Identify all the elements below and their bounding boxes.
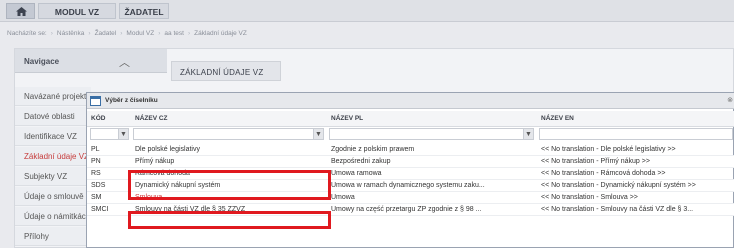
highlight-box bbox=[128, 211, 331, 229]
dialog-title-bar[interactable]: Výběr z číselníku ⊗ bbox=[87, 93, 734, 109]
cell-nazev-cz: Dle polské legislativy bbox=[135, 146, 200, 153]
cell-kod: RS bbox=[91, 170, 101, 177]
column-header-nazev-pl[interactable]: NÁZEV PL bbox=[327, 111, 537, 127]
highlight-box bbox=[128, 170, 331, 200]
cell-nazev-pl: Zgodnie z polskim prawem bbox=[331, 146, 415, 153]
close-icon[interactable]: ⊗ bbox=[727, 96, 733, 104]
cell-nazev-pl: Umowa ramowa bbox=[331, 170, 382, 177]
navigation-title: Navigace bbox=[24, 57, 60, 66]
tab-modul-vz[interactable]: MODUL VZ bbox=[38, 3, 116, 19]
column-header-kod[interactable]: KÓD bbox=[87, 111, 131, 127]
cell-kod: SDS bbox=[91, 182, 106, 189]
home-button[interactable] bbox=[6, 3, 35, 19]
cell-nazev-pl: Umowa w ramach dynamicznego systemu zaku… bbox=[331, 182, 485, 189]
cell-nazev-cz: Přímý nákup bbox=[135, 158, 175, 165]
cell-nazev-pl: Bezpośredni zakup bbox=[331, 158, 391, 165]
breadcrumb-prefix: Nacházíte se: bbox=[7, 29, 47, 37]
nav-item-udaje-o-namitkach[interactable]: Údaje o námitkách bbox=[15, 207, 91, 226]
codelist-dialog: Výběr z číselníku ⊗ KÓD NÁZEV CZ NÁZEV P… bbox=[86, 92, 734, 248]
filter-input-nazev-pl[interactable] bbox=[329, 128, 524, 140]
cell-nazev-en: << No translation - Smlouvy na části VZ … bbox=[541, 206, 694, 213]
breadcrumb-item[interactable]: Žadatel bbox=[95, 30, 117, 37]
filter-icon[interactable]: ▼ bbox=[313, 128, 324, 140]
section-header: ZÁKLADNÍ ÚDAJE VZ bbox=[171, 61, 281, 81]
home-icon bbox=[16, 7, 27, 16]
window-icon bbox=[90, 96, 101, 106]
cell-kod: PL bbox=[91, 146, 100, 153]
cell-nazev-en: << No translation - Dynamický nákupní sy… bbox=[541, 182, 696, 189]
cell-nazev-en: << No translation - Rámcová dohoda >> bbox=[541, 170, 666, 177]
table-row[interactable]: PN Přímý nákup Bezpośredni zakup << No t… bbox=[87, 156, 734, 168]
breadcrumb: Nacházíte se: › Nástěnka › Žadatel › Modul … bbox=[7, 29, 247, 37]
filter-input-kod[interactable] bbox=[90, 128, 119, 140]
nav-item-subjekty-vz[interactable]: Subjekty VZ bbox=[15, 167, 91, 186]
chevron-up-icon[interactable]: ︿ bbox=[119, 54, 130, 70]
cell-nazev-en: << No translation - Dle polské legislati… bbox=[541, 146, 676, 153]
filter-icon[interactable]: ▼ bbox=[523, 128, 534, 140]
cell-nazev-pl: Umowa bbox=[331, 194, 355, 201]
filter-input-nazev-en[interactable] bbox=[539, 128, 733, 140]
cell-kod: SM bbox=[91, 194, 102, 201]
section-title: ZÁKLADNÍ ÚDAJE VZ bbox=[180, 68, 264, 77]
nav-item-udaje-o-smlouve[interactable]: Údaje o smlouvě bbox=[15, 187, 91, 206]
table-row[interactable]: PL Dle polské legislativy Zgodnie z pols… bbox=[87, 144, 734, 156]
cell-nazev-pl: Umowy na część przetargu ZP zgodnie z § … bbox=[331, 206, 482, 213]
breadcrumb-item[interactable]: aa test bbox=[164, 30, 184, 37]
nav-item-datove-oblasti[interactable]: Datové oblasti bbox=[15, 107, 91, 126]
cell-kod: SMCI bbox=[91, 206, 109, 213]
column-header-nazev-cz[interactable]: NÁZEV CZ bbox=[131, 111, 327, 127]
cell-nazev-en: << No translation - Smlouva >> bbox=[541, 194, 638, 201]
column-header-nazev-en[interactable]: NÁZEV EN bbox=[537, 111, 734, 127]
top-bar: MODUL VZ ŽADATEL bbox=[0, 0, 734, 22]
filter-input-nazev-cz[interactable] bbox=[133, 128, 314, 140]
cell-nazev-en: << No translation - Přímý nákup >> bbox=[541, 158, 650, 165]
cell-kod: PN bbox=[91, 158, 101, 165]
navigation-header[interactable]: Navigace ︿ bbox=[15, 49, 167, 73]
breadcrumb-item[interactable]: Nástěnka bbox=[57, 30, 84, 37]
nav-item-identifikace-vz[interactable]: Identifikace VZ bbox=[15, 127, 91, 146]
dialog-title: Výběr z číselníku bbox=[105, 97, 158, 104]
nav-item-zakladni-udaje-vz[interactable]: Základní údaje VZ bbox=[15, 147, 91, 166]
breadcrumb-item: Základní údaje VZ bbox=[194, 29, 247, 37]
breadcrumb-item[interactable]: Modul VZ bbox=[126, 30, 154, 37]
nav-item-prilohy[interactable]: Přílohy bbox=[15, 227, 91, 246]
nav-item-navazane-projekty[interactable]: Navázané projekty bbox=[15, 87, 91, 106]
tab-zadatel[interactable]: ŽADATEL bbox=[119, 3, 169, 19]
filter-icon[interactable]: ▼ bbox=[118, 128, 129, 140]
